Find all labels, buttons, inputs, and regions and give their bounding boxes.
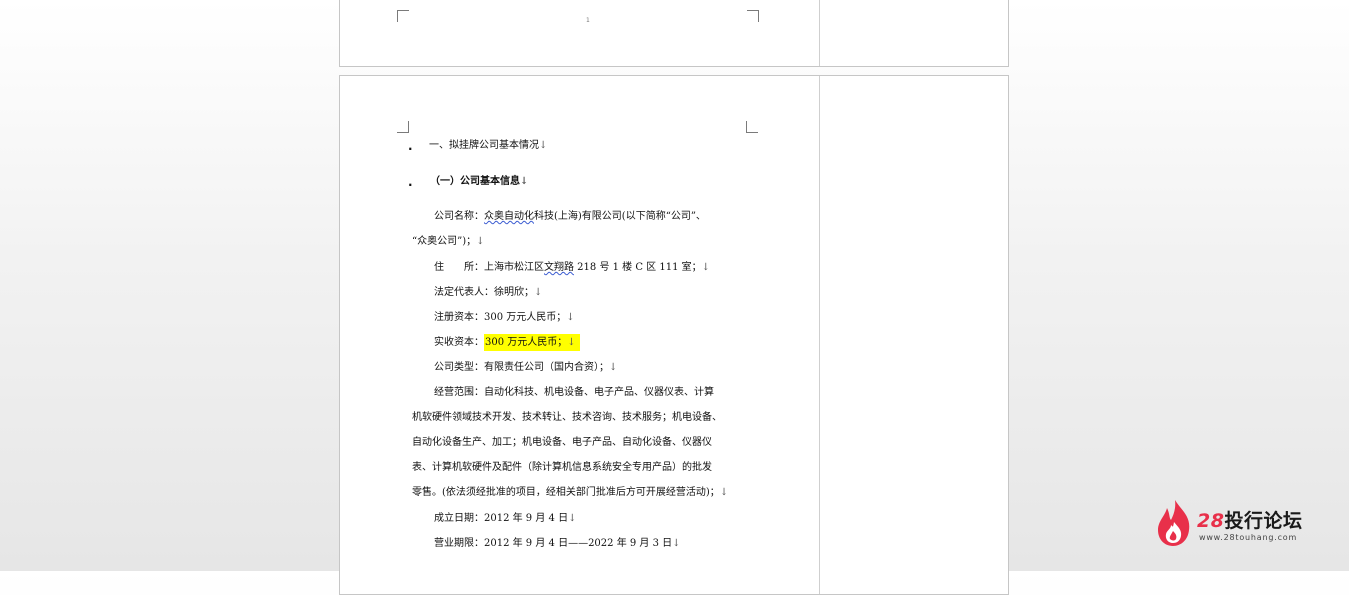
paragraph-mark: ↓: [672, 538, 681, 549]
established-date-text: 成立日期：2012 年 9 月 4 日: [434, 513, 569, 524]
established-date-line: 成立日期：2012 年 9 月 4 日↓: [434, 512, 576, 526]
address-text: 上海市松江区: [484, 262, 544, 273]
brand-watermark: 28投行论坛 www.28touhang.com: [1155, 498, 1325, 548]
heading-bullet: .: [408, 175, 413, 189]
paid-capital-value: 300 万元人民币；: [485, 337, 568, 348]
company-name-label: 公司名称：: [434, 211, 484, 222]
scope-text-3: 自动化设备生产、加工；机电设备、电子产品、自动化设备、仪器仪: [412, 437, 712, 448]
company-name-line: 公司名称：众奥自动化科技(上海)有限公司(以下简称“公司”、: [434, 210, 706, 224]
paragraph-mark: ↓: [520, 176, 529, 187]
legal-rep-text: 法定代表人：徐明欣；: [434, 287, 534, 298]
business-term-line: 营业期限：2012 年 9 月 4 日——2022 年 9 月 3 日↓: [434, 537, 681, 551]
scope-text-2: 机软硬件领域技术开发、技术转让、技术咨询、技术服务；机电设备、: [412, 412, 722, 423]
paragraph-mark: ↓: [534, 287, 543, 298]
paid-capital-line: 实收资本：300 万元人民币；↓: [434, 334, 580, 351]
crop-mark-top-left: [397, 10, 409, 22]
company-type-text: 公司类型：有限责任公司（国内合资）；: [434, 362, 609, 373]
brand-name: 投行论坛: [1224, 510, 1303, 532]
address-label: 住 所：: [434, 262, 484, 273]
paragraph-mark: ↓: [539, 140, 548, 151]
heading-2-text: （一）公司基本信息: [430, 176, 520, 187]
heading-1: 一、拟挂牌公司基本情况↓: [429, 139, 547, 153]
margin-guide: [819, 76, 820, 594]
heading-1-text: 一、拟挂牌公司基本情况: [429, 140, 539, 151]
paragraph-mark: ↓: [566, 312, 575, 323]
business-term-text: 营业期限：2012 年 9 月 4 日——2022 年 9 月 3 日: [434, 538, 673, 549]
paragraph-mark: ↓: [476, 236, 485, 247]
paragraph-mark: ↓: [701, 262, 711, 273]
page-number-mark: 1: [586, 17, 590, 24]
paragraph-mark: ↓: [719, 487, 729, 498]
scope-line-3: 自动化设备生产、加工；机电设备、电子产品、自动化设备、仪器仪: [412, 436, 712, 450]
company-name-line-cont: “众奥公司”)；↓: [412, 235, 485, 249]
registered-capital-text: 注册资本：300 万元人民币；: [434, 312, 567, 323]
crop-mark-top-left: [397, 121, 409, 133]
crop-mark-top-right: [747, 10, 759, 22]
brand-url: www.28touhang.com: [1199, 533, 1298, 542]
registered-capital-line: 注册资本：300 万元人民币；↓: [434, 311, 575, 325]
heading-bullet: .: [408, 139, 413, 153]
company-name-spellcheck: 众奥自动化: [484, 211, 534, 222]
brand-number: 28: [1197, 510, 1225, 532]
brand-title: 28投行论坛: [1197, 506, 1302, 533]
company-name-cont-text: “众奥公司”)；: [412, 236, 477, 247]
address-spellcheck: 文翔路: [544, 262, 574, 273]
paid-capital-highlight: 300 万元人民币；↓: [484, 334, 580, 351]
crop-mark-top-right: [746, 121, 758, 133]
scope-text-4: 表、计算机软硬件及配件（除计算机信息系统安全专用产品）的批发: [412, 462, 712, 473]
scope-text-5: 零售。(依法须经批准的项目，经相关部门批准后方可开展经营活动)；: [412, 487, 720, 498]
scope-line-5: 零售。(依法须经批准的项目，经相关部门批准后方可开展经营活动)；↓: [412, 486, 728, 500]
flame-logo-icon: [1158, 500, 1190, 546]
scope-text-1: 经营范围：自动化科技、机电设备、电子产品、仪器仪表、计算: [434, 387, 714, 398]
scope-line-1: 经营范围：自动化科技、机电设备、电子产品、仪器仪表、计算: [434, 386, 714, 400]
paragraph-mark: ↓: [609, 362, 618, 373]
previous-page: 1: [339, 0, 1009, 67]
address-text-rest: 218 号 1 楼 C 区 111 室；: [574, 262, 702, 273]
document-page[interactable]: . 一、拟挂牌公司基本情况↓ . （一）公司基本信息↓ 公司名称：众奥自动化科技…: [339, 75, 1009, 595]
address-line: 住 所：上海市松江区文翔路 218 号 1 楼 C 区 111 室；↓: [434, 261, 710, 275]
scope-line-2: 机软硬件领域技术开发、技术转让、技术咨询、技术服务；机电设备、: [412, 411, 722, 425]
company-type-line: 公司类型：有限责任公司（国内合资）；↓: [434, 361, 617, 375]
paragraph-mark: ↓: [567, 337, 576, 348]
heading-2: （一）公司基本信息↓: [430, 175, 528, 189]
scope-line-4: 表、计算机软硬件及配件（除计算机信息系统安全专用产品）的批发: [412, 461, 712, 475]
company-name-text: 科技(上海)有限公司(以下简称“公司”、: [534, 211, 706, 222]
paid-capital-label: 实收资本：: [434, 337, 484, 348]
legal-rep-line: 法定代表人：徐明欣；↓: [434, 286, 542, 300]
margin-guide: [819, 0, 820, 66]
paragraph-mark: ↓: [568, 513, 577, 524]
